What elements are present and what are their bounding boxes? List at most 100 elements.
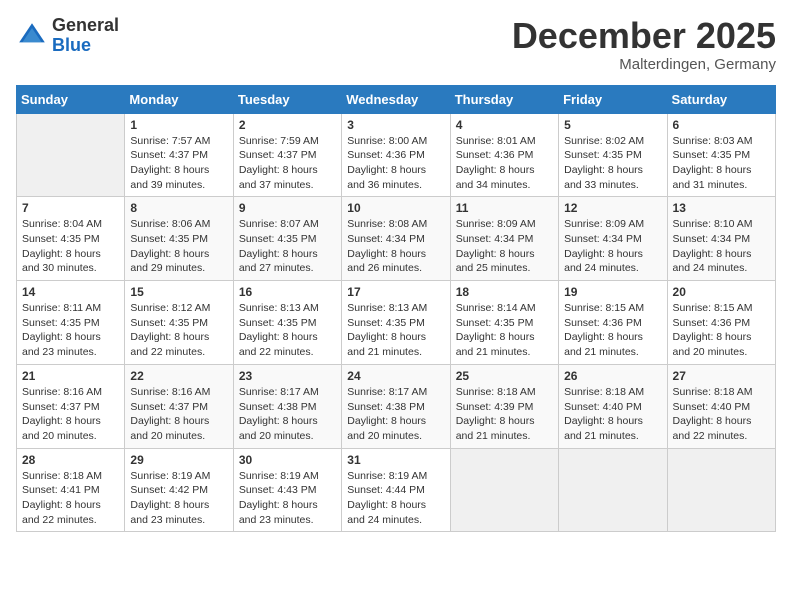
day-number: 31 [347, 453, 444, 467]
cell-content: Sunrise: 8:08 AMSunset: 4:34 PMDaylight:… [347, 217, 444, 276]
weekday-header-friday: Friday [559, 85, 667, 113]
cell-content: Sunrise: 8:19 AMSunset: 4:42 PMDaylight:… [130, 469, 227, 528]
day-number: 17 [347, 285, 444, 299]
calendar-cell: 16 Sunrise: 8:13 AMSunset: 4:35 PMDayligh… [233, 281, 341, 365]
calendar-week-1: 1 Sunrise: 7:57 AMSunset: 4:37 PMDaylight… [17, 113, 776, 197]
cell-content: Sunrise: 8:16 AMSunset: 4:37 PMDaylight:… [22, 385, 119, 444]
calendar-cell: 29Sunrise: 8:19 AMSunset: 4:42 PMDayligh… [125, 448, 233, 532]
calendar-cell: 26Sunrise: 8:18 AMSunset: 4:40 PMDayligh… [559, 364, 667, 448]
day-number: 7 [22, 201, 119, 215]
day-number: 4 [456, 118, 553, 132]
calendar-week-2: 7 Sunrise: 8:04 AMSunset: 4:35 PMDaylight… [17, 197, 776, 281]
calendar-cell [559, 448, 667, 532]
logo-icon [16, 20, 48, 52]
cell-content: Sunrise: 8:17 AMSunset: 4:38 PMDaylight:… [347, 385, 444, 444]
cell-content: Sunrise: 8:06 AMSunset: 4:35 PMDaylight:… [130, 217, 227, 276]
day-number: 25 [456, 369, 553, 383]
calendar-cell: 22 Sunrise: 8:16 AMSunset: 4:37 PMDayligh… [125, 364, 233, 448]
weekday-header-sunday: Sunday [17, 85, 125, 113]
day-number: 26 [564, 369, 661, 383]
day-number: 21 [22, 369, 119, 383]
day-number: 9 [239, 201, 336, 215]
cell-content: Sunrise: 8:09 AMSunset: 4:34 PMDaylight:… [564, 217, 661, 276]
day-number: 18 [456, 285, 553, 299]
cell-content: Sunrise: 8:09 AMSunset: 4:34 PMDaylight:… [456, 217, 553, 276]
calendar-cell: 28Sunrise: 8:18 AMSunset: 4:41 PMDayligh… [17, 448, 125, 532]
day-number: 14 [22, 285, 119, 299]
cell-content: Sunrise: 8:14 AMSunset: 4:35 PMDaylight:… [456, 301, 553, 360]
cell-content: Sunrise: 8:11 AMSunset: 4:35 PMDaylight:… [22, 301, 119, 360]
cell-content: Sunrise: 8:15 AMSunset: 4:36 PMDaylight:… [564, 301, 661, 360]
calendar-table: SundayMondayTuesdayWednesdayThursdayFrid… [16, 85, 776, 533]
calendar-cell: 5 Sunrise: 8:02 AMSunset: 4:35 PMDaylight… [559, 113, 667, 197]
calendar-cell: 8 Sunrise: 8:06 AMSunset: 4:35 PMDaylight… [125, 197, 233, 281]
day-number: 22 [130, 369, 227, 383]
calendar-cell: 2Sunrise: 7:59 AMSunset: 4:37 PMDaylight… [233, 113, 341, 197]
cell-content: Sunrise: 8:13 AMSunset: 4:35 PMDaylight:… [347, 301, 444, 360]
cell-content: Sunrise: 8:19 AMSunset: 4:44 PMDaylight:… [347, 469, 444, 528]
cell-content: Sunrise: 8:13 AMSunset: 4:35 PMDaylight:… [239, 301, 336, 360]
cell-content: Sunrise: 8:03 AMSunset: 4:35 PMDaylight:… [673, 134, 770, 193]
calendar-cell: 15 Sunrise: 8:12 AMSunset: 4:35 PMDayligh… [125, 281, 233, 365]
calendar-cell: 30Sunrise: 8:19 AMSunset: 4:43 PMDayligh… [233, 448, 341, 532]
calendar-week-5: 28Sunrise: 8:18 AMSunset: 4:41 PMDayligh… [17, 448, 776, 532]
day-number: 16 [239, 285, 336, 299]
calendar-cell: 25 Sunrise: 8:18 AMSunset: 4:39 PMDayligh… [450, 364, 558, 448]
cell-content: Sunrise: 7:57 AMSunset: 4:37 PMDaylight:… [130, 134, 227, 193]
calendar-cell [667, 448, 775, 532]
calendar-cell [450, 448, 558, 532]
day-number: 24 [347, 369, 444, 383]
cell-content: Sunrise: 8:12 AMSunset: 4:35 PMDaylight:… [130, 301, 227, 360]
cell-content: Sunrise: 8:15 AMSunset: 4:36 PMDaylight:… [673, 301, 770, 360]
calendar-cell: 11 Sunrise: 8:09 AMSunset: 4:34 PMDayligh… [450, 197, 558, 281]
cell-content: Sunrise: 8:19 AMSunset: 4:43 PMDaylight:… [239, 469, 336, 528]
calendar-week-3: 14 Sunrise: 8:11 AMSunset: 4:35 PMDayligh… [17, 281, 776, 365]
day-number: 13 [673, 201, 770, 215]
calendar-cell: 10Sunrise: 8:08 AMSunset: 4:34 PMDayligh… [342, 197, 450, 281]
calendar-cell: 17 Sunrise: 8:13 AMSunset: 4:35 PMDayligh… [342, 281, 450, 365]
calendar-cell: 18 Sunrise: 8:14 AMSunset: 4:35 PMDayligh… [450, 281, 558, 365]
calendar-cell: 19 Sunrise: 8:15 AMSunset: 4:36 PMDayligh… [559, 281, 667, 365]
calendar-cell: 23 Sunrise: 8:17 AMSunset: 4:38 PMDayligh… [233, 364, 341, 448]
weekday-header-wednesday: Wednesday [342, 85, 450, 113]
calendar-cell: 9 Sunrise: 8:07 AMSunset: 4:35 PMDaylight… [233, 197, 341, 281]
weekday-header-row: SundayMondayTuesdayWednesdayThursdayFrid… [17, 85, 776, 113]
calendar-cell: 13 Sunrise: 8:10 AMSunset: 4:34 PMDayligh… [667, 197, 775, 281]
cell-content: Sunrise: 8:18 AMSunset: 4:39 PMDaylight:… [456, 385, 553, 444]
day-number: 5 [564, 118, 661, 132]
calendar-cell: 27 Sunrise: 8:18 AMSunset: 4:40 PMDayligh… [667, 364, 775, 448]
page-header: General Blue December 2025 Malterdingen,… [16, 16, 776, 73]
cell-content: Sunrise: 8:01 AMSunset: 4:36 PMDaylight:… [456, 134, 553, 193]
calendar-cell: 7 Sunrise: 8:04 AMSunset: 4:35 PMDaylight… [17, 197, 125, 281]
day-number: 23 [239, 369, 336, 383]
cell-content: Sunrise: 8:10 AMSunset: 4:34 PMDaylight:… [673, 217, 770, 276]
weekday-header-monday: Monday [125, 85, 233, 113]
day-number: 15 [130, 285, 227, 299]
day-number: 19 [564, 285, 661, 299]
cell-content: Sunrise: 8:07 AMSunset: 4:35 PMDaylight:… [239, 217, 336, 276]
calendar-cell: 20Sunrise: 8:15 AMSunset: 4:36 PMDayligh… [667, 281, 775, 365]
cell-content: Sunrise: 8:17 AMSunset: 4:38 PMDaylight:… [239, 385, 336, 444]
month-title: December 2025 [512, 16, 776, 56]
cell-content: Sunrise: 8:02 AMSunset: 4:35 PMDaylight:… [564, 134, 661, 193]
weekday-header-tuesday: Tuesday [233, 85, 341, 113]
calendar-cell: 21 Sunrise: 8:16 AMSunset: 4:37 PMDayligh… [17, 364, 125, 448]
calendar-cell [17, 113, 125, 197]
day-number: 11 [456, 201, 553, 215]
day-number: 1 [130, 118, 227, 132]
cell-content: Sunrise: 8:16 AMSunset: 4:37 PMDaylight:… [130, 385, 227, 444]
day-number: 27 [673, 369, 770, 383]
calendar-cell: 14 Sunrise: 8:11 AMSunset: 4:35 PMDayligh… [17, 281, 125, 365]
weekday-header-saturday: Saturday [667, 85, 775, 113]
calendar-cell: 6Sunrise: 8:03 AMSunset: 4:35 PMDaylight… [667, 113, 775, 197]
logo: General Blue [16, 16, 119, 56]
cell-content: Sunrise: 8:04 AMSunset: 4:35 PMDaylight:… [22, 217, 119, 276]
calendar-cell: 24 Sunrise: 8:17 AMSunset: 4:38 PMDayligh… [342, 364, 450, 448]
calendar-week-4: 21 Sunrise: 8:16 AMSunset: 4:37 PMDayligh… [17, 364, 776, 448]
cell-content: Sunrise: 8:18 AMSunset: 4:40 PMDaylight:… [673, 385, 770, 444]
weekday-header-thursday: Thursday [450, 85, 558, 113]
calendar-cell: 12Sunrise: 8:09 AMSunset: 4:34 PMDayligh… [559, 197, 667, 281]
title-block: December 2025 Malterdingen, Germany [512, 16, 776, 73]
calendar-cell: 1 Sunrise: 7:57 AMSunset: 4:37 PMDaylight… [125, 113, 233, 197]
day-number: 8 [130, 201, 227, 215]
